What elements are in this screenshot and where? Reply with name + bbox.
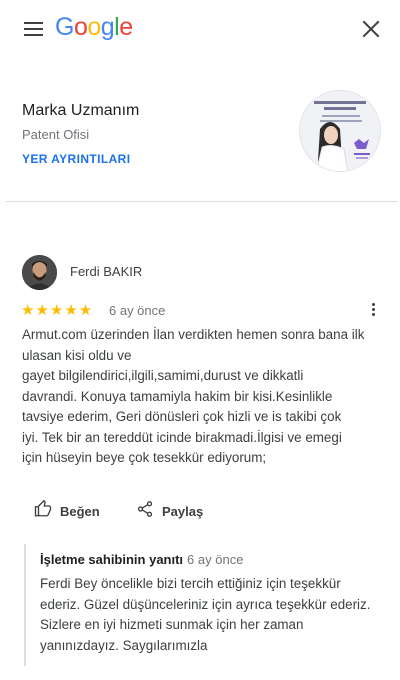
owner-response-time: 6 ay önce xyxy=(187,552,244,567)
top-bar: Google xyxy=(0,0,400,60)
owner-response-header: İşletme sahibinin yanıtı 6 ay önce xyxy=(40,552,243,567)
review-text-line: iyi. Tek bir an tereddüt icinde birakmad… xyxy=(22,429,342,445)
more-options-icon[interactable] xyxy=(370,303,376,319)
owner-response-text: Ferdi Bey öncelikle bizi tercih ettiğini… xyxy=(40,574,400,656)
owner-response-line: yanınızdayız. Saygılarımızla xyxy=(40,637,208,653)
thumbs-up-icon xyxy=(34,499,52,523)
share-icon xyxy=(136,500,154,523)
review-text-line: tavsiye ederim, Geri dönüsleri çok hizli… xyxy=(22,409,342,424)
place-photo[interactable] xyxy=(299,90,381,172)
logo-letter: o xyxy=(87,13,101,41)
place-card: Marka Uzmanım Patent Ofisi YER AYRINTILA… xyxy=(0,90,400,200)
review-author[interactable]: Ferdi BAKIR xyxy=(70,264,142,279)
like-button[interactable]: Beğen xyxy=(34,499,100,523)
logo-letter: e xyxy=(119,13,133,41)
review-actions: Beğen Paylaş xyxy=(0,499,400,524)
star-rating: ★★★★★ xyxy=(21,302,94,319)
hamburger-menu-icon[interactable] xyxy=(24,22,44,38)
review-text-line: gayet bilgilendirici,ilgili,samimi,durus… xyxy=(22,368,304,383)
logo-letter: o xyxy=(73,13,88,41)
owner-response-line: Ferdi Bey öncelikle bizi tercih ettiğini… xyxy=(40,576,341,591)
owner-response-line: Sizlere en iyi hizmeti sunmak için her z… xyxy=(40,617,304,632)
owner-response-line: ederiz. Güzel düşünceleriniz için ayrıca… xyxy=(40,596,371,612)
close-icon[interactable] xyxy=(362,20,380,38)
owner-response-title: İşletme sahibinin yanıtı xyxy=(40,552,184,567)
review-text-line: davrandi. Konuya tamamiyla hakim bir kis… xyxy=(22,388,333,404)
share-button[interactable]: Paylaş xyxy=(136,500,203,522)
owner-response: İşletme sahibinin yanıtı 6 ay önce Ferdi … xyxy=(24,544,394,666)
share-label: Paylaş xyxy=(162,503,204,519)
like-label: Beğen xyxy=(60,503,100,519)
review-text-line: için hüseyin beye çok tesekkür ediyorum; xyxy=(22,450,267,465)
review-text-line: Armut.com üzerinden İlan verdikten hemen… xyxy=(22,327,365,342)
section-divider xyxy=(6,201,398,202)
review-time: 6 ay önce xyxy=(109,303,166,318)
logo-letter: G xyxy=(55,13,74,41)
avatar[interactable] xyxy=(22,255,57,290)
place-category: Patent Ofisi xyxy=(22,127,90,142)
place-name: Marka Uzmanım xyxy=(22,102,140,119)
place-details-link[interactable]: YER AYRINTILARI xyxy=(22,152,130,166)
review-text: Armut.com üzerinden İlan verdikten hemen… xyxy=(22,325,387,469)
review-text-line: ulasan kisi oldu ve xyxy=(22,347,132,363)
google-logo[interactable]: Google xyxy=(55,13,133,42)
logo-letter: g xyxy=(100,13,115,41)
